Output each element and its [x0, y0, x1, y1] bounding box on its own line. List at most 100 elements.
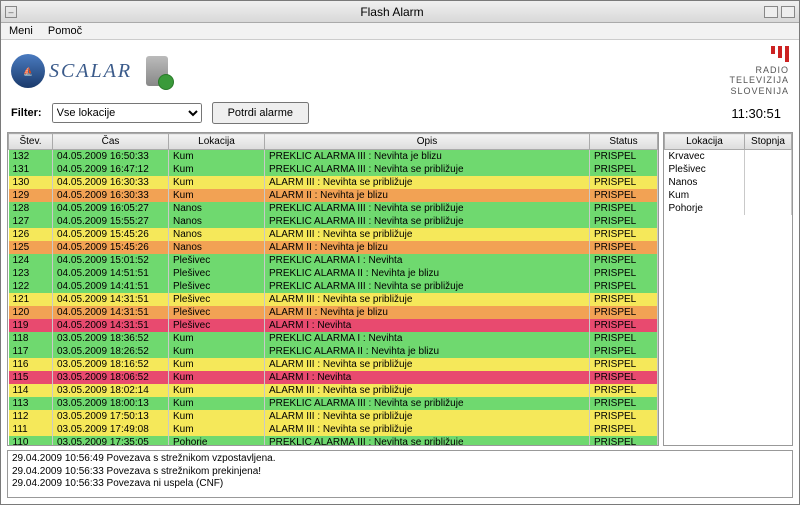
table-row[interactable]: 11003.05.2009 17:35:05PohorjePREKLIC ALA…: [9, 436, 658, 446]
cell-opis: ALARM III : Nevihta se približuje: [265, 423, 590, 436]
cell-opis: PREKLIC ALARMA III : Nevihta se približu…: [265, 202, 590, 215]
table-row[interactable]: 13104.05.2009 16:47:12KumPREKLIC ALARMA …: [9, 163, 658, 176]
cell-status: PRISPEL: [590, 241, 658, 254]
cell-opis: PREKLIC ALARMA I : Nevihta: [265, 254, 590, 267]
filter-select[interactable]: Vse lokacije: [52, 103, 202, 123]
table-row[interactable]: 12904.05.2009 16:30:33KumALARM II : Nevi…: [9, 189, 658, 202]
cell-lok: Nanos: [169, 202, 265, 215]
table-row[interactable]: 12604.05.2009 15:45:26NanosALARM III : N…: [9, 228, 658, 241]
cell-lok: Kum: [169, 163, 265, 176]
col-opis[interactable]: Opis: [265, 134, 590, 150]
cell-cas: 03.05.2009 18:26:52: [53, 345, 169, 358]
cell-lok: Plešivec: [169, 293, 265, 306]
side-col-lokacija[interactable]: Lokacija: [665, 134, 745, 150]
cell-opis: PREKLIC ALARMA III : Nevihta se približu…: [265, 163, 590, 176]
table-row[interactable]: 12004.05.2009 14:31:51PlešivecALARM II :…: [9, 306, 658, 319]
table-row[interactable]: 12404.05.2009 15:01:52PlešivecPREKLIC AL…: [9, 254, 658, 267]
side-cell-stp: [745, 202, 792, 215]
table-row[interactable]: 12304.05.2009 14:51:51PlešivecPREKLIC AL…: [9, 267, 658, 280]
side-row[interactable]: Kum: [665, 189, 792, 202]
cell-stev: 129: [9, 189, 53, 202]
table-row[interactable]: 13204.05.2009 16:50:33KumPREKLIC ALARMA …: [9, 150, 658, 164]
side-row[interactable]: Plešivec: [665, 163, 792, 176]
titlebar: – Flash Alarm: [1, 1, 799, 23]
cell-opis: ALARM II : Nevihta je blizu: [265, 189, 590, 202]
cell-status: PRISPEL: [590, 228, 658, 241]
menu-meni[interactable]: Meni: [9, 25, 33, 37]
alarm-table-wrapper[interactable]: Štev. Čas Lokacija Opis Status 13204.05.…: [7, 132, 659, 446]
maximize-button[interactable]: [781, 6, 795, 18]
table-row[interactable]: 11403.05.2009 18:02:14KumALARM III : Nev…: [9, 384, 658, 397]
cell-lok: Plešivec: [169, 306, 265, 319]
app-window: – Flash Alarm Meni Pomoč ⛵ SCALAR RADIO …: [0, 0, 800, 505]
cell-cas: 04.05.2009 16:05:27: [53, 202, 169, 215]
cell-opis: PREKLIC ALARMA III : Nevihta se približu…: [265, 436, 590, 446]
table-row[interactable]: 12504.05.2009 15:45:26NanosALARM II : Ne…: [9, 241, 658, 254]
cell-status: PRISPEL: [590, 293, 658, 306]
table-row[interactable]: 11803.05.2009 18:36:52KumPREKLIC ALARMA …: [9, 332, 658, 345]
cell-lok: Kum: [169, 410, 265, 423]
cell-status: PRISPEL: [590, 358, 658, 371]
side-row[interactable]: Nanos: [665, 176, 792, 189]
cell-cas: 04.05.2009 14:31:51: [53, 319, 169, 332]
rtv-line3: SLOVENIJA: [729, 86, 789, 96]
menubar: Meni Pomoč: [1, 23, 799, 40]
server-status-icon: [146, 56, 168, 86]
window-menu-icon[interactable]: –: [5, 6, 17, 18]
clock: 11:30:51: [731, 106, 789, 121]
table-row[interactable]: 11703.05.2009 18:26:52KumPREKLIC ALARMA …: [9, 345, 658, 358]
cell-cas: 04.05.2009 16:30:33: [53, 189, 169, 202]
cell-stev: 122: [9, 280, 53, 293]
log-panel[interactable]: 29.04.2009 10:56:49 Povezava s strežniko…: [7, 450, 793, 498]
cell-stev: 119: [9, 319, 53, 332]
cell-status: PRISPEL: [590, 202, 658, 215]
cell-status: PRISPEL: [590, 397, 658, 410]
minimize-button[interactable]: [764, 6, 778, 18]
side-cell-lok: Nanos: [665, 176, 745, 189]
menu-pomoc[interactable]: Pomoč: [48, 25, 82, 37]
cell-lok: Nanos: [169, 228, 265, 241]
cell-stev: 125: [9, 241, 53, 254]
table-row[interactable]: 11904.05.2009 14:31:51PlešivecALARM I : …: [9, 319, 658, 332]
table-row[interactable]: 11603.05.2009 18:16:52KumALARM III : Nev…: [9, 358, 658, 371]
cell-opis: ALARM II : Nevihta je blizu: [265, 306, 590, 319]
cell-cas: 04.05.2009 15:55:27: [53, 215, 169, 228]
cell-lok: Kum: [169, 189, 265, 202]
table-row[interactable]: 11203.05.2009 17:50:13KumALARM III : Nev…: [9, 410, 658, 423]
col-lokacija[interactable]: Lokacija: [169, 134, 265, 150]
cell-status: PRISPEL: [590, 410, 658, 423]
cell-cas: 03.05.2009 18:16:52: [53, 358, 169, 371]
cell-cas: 04.05.2009 16:30:33: [53, 176, 169, 189]
table-row[interactable]: 11103.05.2009 17:49:08KumALARM III : Nev…: [9, 423, 658, 436]
table-row[interactable]: 12704.05.2009 15:55:27NanosPREKLIC ALARM…: [9, 215, 658, 228]
cell-cas: 03.05.2009 18:00:13: [53, 397, 169, 410]
table-row[interactable]: 12204.05.2009 14:41:51PlešivecPREKLIC AL…: [9, 280, 658, 293]
side-row[interactable]: Krvavec: [665, 150, 792, 164]
table-row[interactable]: 11503.05.2009 18:06:52KumALARM I : Nevih…: [9, 371, 658, 384]
log-line: 29.04.2009 10:56:49 Povezava s strežniko…: [12, 453, 788, 466]
cell-status: PRISPEL: [590, 384, 658, 397]
table-row[interactable]: 12104.05.2009 14:31:51PlešivecALARM III …: [9, 293, 658, 306]
cell-lok: Kum: [169, 150, 265, 164]
col-stev[interactable]: Štev.: [9, 134, 53, 150]
side-cell-stp: [745, 176, 792, 189]
cell-stev: 132: [9, 150, 53, 164]
cell-stev: 121: [9, 293, 53, 306]
col-cas[interactable]: Čas: [53, 134, 169, 150]
table-row[interactable]: 11303.05.2009 18:00:13KumPREKLIC ALARMA …: [9, 397, 658, 410]
side-col-stopnja[interactable]: Stopnja: [745, 134, 792, 150]
confirm-alarms-button[interactable]: Potrdi alarme: [212, 102, 309, 124]
cell-cas: 04.05.2009 15:45:26: [53, 228, 169, 241]
rtv-bars-icon: [729, 46, 789, 62]
cell-status: PRISPEL: [590, 306, 658, 319]
cell-lok: Plešivec: [169, 280, 265, 293]
cell-stev: 124: [9, 254, 53, 267]
cell-opis: ALARM I : Nevihta: [265, 371, 590, 384]
col-status[interactable]: Status: [590, 134, 658, 150]
log-line: 29.04.2009 10:56:33 Povezava ni uspela (…: [12, 478, 788, 491]
table-row[interactable]: 13004.05.2009 16:30:33KumALARM III : Nev…: [9, 176, 658, 189]
side-row[interactable]: Pohorje: [665, 202, 792, 215]
table-row[interactable]: 12804.05.2009 16:05:27NanosPREKLIC ALARM…: [9, 202, 658, 215]
cell-lok: Kum: [169, 397, 265, 410]
cell-lok: Nanos: [169, 241, 265, 254]
